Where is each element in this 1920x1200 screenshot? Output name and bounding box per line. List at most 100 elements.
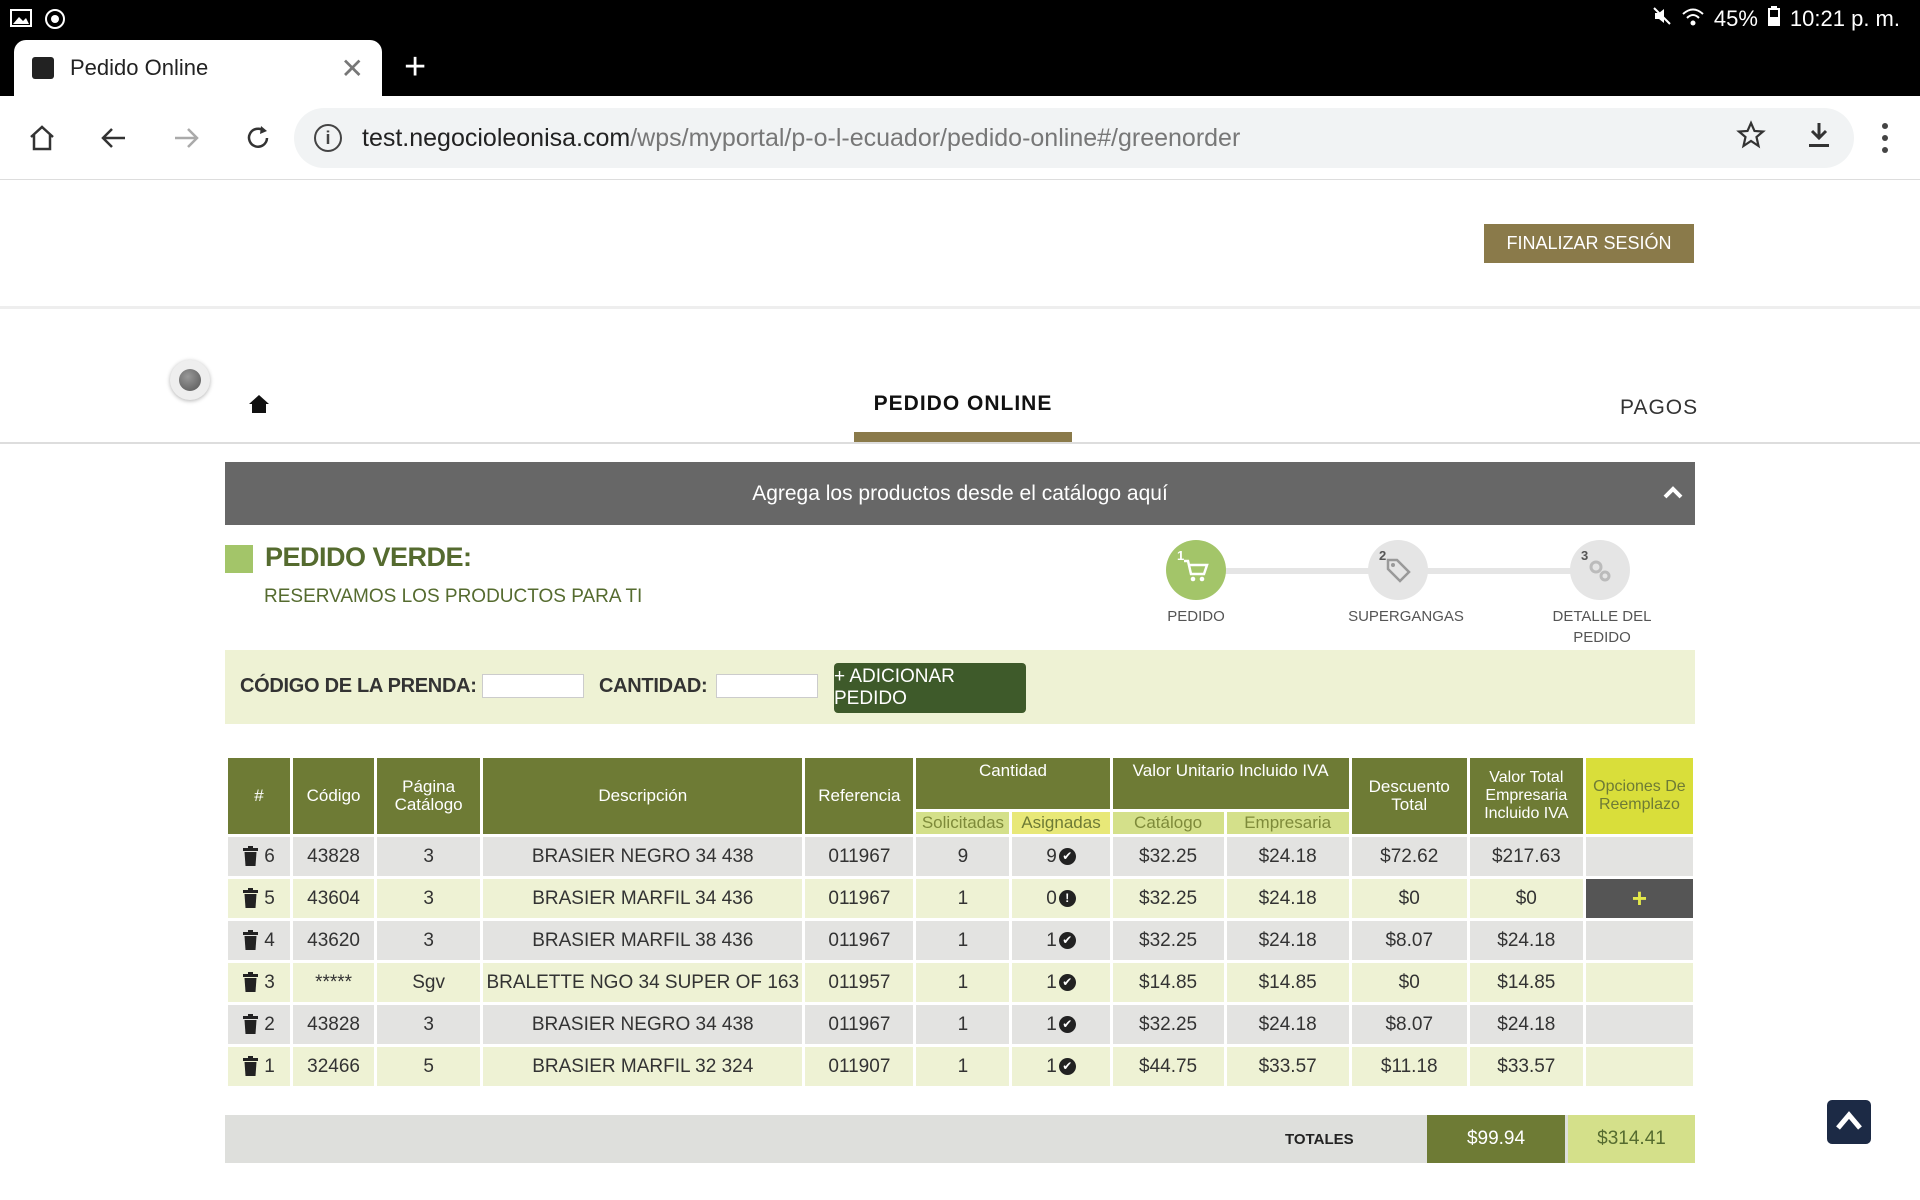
col-header-pagina: Página Catálogo [377, 758, 481, 834]
referencia-cell: 011967 [805, 921, 914, 960]
row-num-cell: 4 [228, 921, 291, 960]
referencia-cell: 011967 [805, 879, 914, 918]
asignadas-value: 1 [1046, 1055, 1057, 1077]
descuento-cell: $8.07 [1351, 1005, 1467, 1044]
wifi-icon [1682, 6, 1704, 32]
empresaria-cell: $24.18 [1226, 1005, 1349, 1044]
bookmark-star-icon[interactable] [1736, 120, 1766, 155]
step-supergangas[interactable]: 2 [1368, 540, 1428, 600]
step-detalle[interactable]: 3 [1570, 540, 1630, 600]
gears-icon [1589, 560, 1611, 582]
descuento-cell: $11.18 [1351, 1047, 1467, 1086]
scroll-to-top-button[interactable] [1827, 1100, 1871, 1144]
cantidad-label: CANTIDAD: [599, 675, 708, 697]
home-icon[interactable] [248, 394, 270, 414]
tab-pagos[interactable]: PAGOS [1620, 396, 1698, 420]
catalogo-cell: $32.25 [1112, 921, 1224, 960]
total-cell: $24.18 [1469, 1005, 1583, 1044]
codigo-label: CÓDIGO DE LA PRENDA: [240, 675, 477, 697]
descuento-cell: $0 [1351, 879, 1467, 918]
trash-icon[interactable] [243, 888, 259, 909]
opciones-cell [1585, 1005, 1693, 1044]
col-header-descuento: Descuento Total [1351, 758, 1467, 834]
col-header-empresaria: Empresaria [1226, 811, 1349, 834]
alert-circle-icon: ! [1058, 889, 1076, 907]
forward-arrow-icon[interactable] [164, 116, 208, 160]
referencia-cell: 011957 [805, 963, 914, 1002]
catalogo-cell: $44.75 [1112, 1047, 1224, 1086]
new-tab-icon[interactable]: + [404, 48, 426, 86]
empresaria-cell: $24.18 [1226, 837, 1349, 876]
totals-bar: TOTALES $99.94 $314.41 [225, 1115, 1695, 1163]
aperture-icon [44, 8, 66, 29]
table-row: 3 ***** Sgv BRALETTE NGO 34 SUPER OF 163 011… [228, 963, 1693, 1002]
site-info-icon[interactable]: i [314, 124, 342, 152]
descripcion-cell: BRASIER NEGRO 34 438 [483, 837, 803, 876]
close-tab-icon[interactable]: ✕ [341, 52, 364, 85]
avatar[interactable] [170, 360, 210, 400]
asignadas-value: 9 [1046, 845, 1057, 867]
codigo-input[interactable] [482, 674, 584, 698]
codigo-cell: ***** [293, 963, 375, 1002]
trash-icon[interactable] [243, 1014, 259, 1035]
total-cell: $33.57 [1469, 1047, 1583, 1086]
back-arrow-icon[interactable] [92, 116, 136, 160]
tab-strip: Pedido Online ✕ + [0, 38, 1920, 96]
more-menu-icon[interactable] [1870, 116, 1900, 160]
descuento-cell: $72.62 [1351, 837, 1467, 876]
asignadas-cell: 9 ✔ [1012, 837, 1110, 876]
green-order-marker [225, 545, 253, 573]
empresaria-cell: $24.18 [1226, 879, 1349, 918]
referencia-cell: 011967 [805, 1005, 914, 1044]
check-circle-icon: ✔ [1058, 973, 1076, 991]
opciones-cell [1585, 1047, 1693, 1086]
descuento-cell: $0 [1351, 963, 1467, 1002]
codigo-cell: 43604 [293, 879, 375, 918]
catalog-accordion[interactable]: Agrega los productos desde el catálogo a… [225, 462, 1695, 525]
logout-button[interactable]: FINALIZAR SESIÓN [1484, 224, 1694, 263]
empresaria-cell: $14.85 [1226, 963, 1349, 1002]
download-icon[interactable] [1804, 120, 1834, 155]
step-label-supergangas: SUPERGANGAS [1348, 608, 1464, 625]
page-title: PEDIDO VERDE: [265, 542, 472, 572]
row-number: 1 [264, 1055, 275, 1077]
add-order-button[interactable]: + ADICIONAR PEDIDO [834, 663, 1026, 713]
home-button-icon[interactable] [20, 116, 64, 160]
descripcion-cell: BRASIER MARFIL 34 436 [483, 879, 803, 918]
solicitadas-cell: 1 [916, 921, 1010, 960]
solicitadas-cell: 1 [916, 1047, 1010, 1086]
reload-icon[interactable] [236, 116, 280, 160]
codigo-cell: 43828 [293, 1005, 375, 1044]
solicitadas-cell: 1 [916, 963, 1010, 1002]
codigo-cell: 43828 [293, 837, 375, 876]
col-header-cantidad: Cantidad [916, 758, 1110, 809]
address-bar[interactable]: i test.negocioleonisa.com /wps/myportal/… [294, 108, 1854, 168]
step-pedido[interactable]: 1 [1166, 540, 1226, 600]
table-row: 1 32466 5 BRASIER MARFIL 32 324 011907 1 1 ✔ $44… [228, 1047, 1693, 1086]
replace-option-button[interactable]: + [1585, 879, 1693, 918]
trash-icon[interactable] [243, 846, 259, 867]
tab-pedido-online[interactable]: PEDIDO ONLINE [854, 392, 1072, 416]
col-header-descripcion: Descripción [483, 758, 803, 834]
total-descuento: $99.94 [1427, 1115, 1565, 1163]
descripcion-cell: BRALETTE NGO 34 SUPER OF 163 [483, 963, 803, 1002]
trash-icon[interactable] [243, 930, 259, 951]
cantidad-input[interactable] [716, 674, 818, 698]
check-circle-icon: ✔ [1058, 847, 1076, 865]
trash-icon[interactable] [243, 972, 259, 993]
total-cell: $14.85 [1469, 963, 1583, 1002]
battery-icon [1767, 6, 1780, 32]
table-row: 2 43828 3 BRASIER NEGRO 34 438 011967 1 1 ✔ $32.… [228, 1005, 1693, 1044]
asignadas-cell: 1 ✔ [1012, 963, 1110, 1002]
solicitadas-cell: 9 [916, 837, 1010, 876]
check-circle-icon: ✔ [1058, 1015, 1076, 1033]
empresaria-cell: $33.57 [1226, 1047, 1349, 1086]
trash-icon[interactable] [243, 1056, 259, 1077]
step-label-pedido: PEDIDO [1167, 608, 1225, 625]
chevron-up-icon[interactable] [1661, 482, 1685, 502]
row-num-cell: 6 [228, 837, 291, 876]
browser-tab[interactable]: Pedido Online ✕ [14, 40, 382, 96]
total-cell: $24.18 [1469, 921, 1583, 960]
cart-icon [1184, 559, 1209, 582]
empresaria-cell: $24.18 [1226, 921, 1349, 960]
